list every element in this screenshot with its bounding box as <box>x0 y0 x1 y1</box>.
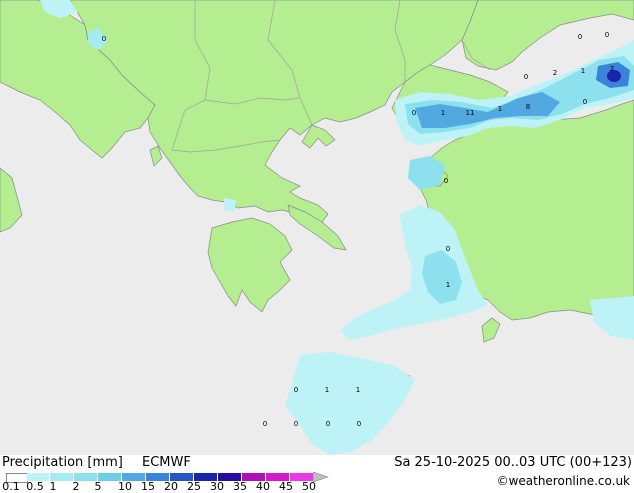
precip-label: 0 <box>578 33 582 41</box>
scale-tick: 2 <box>72 480 80 493</box>
precip-label: 0 <box>524 73 528 81</box>
precip-area-ionian <box>224 198 236 212</box>
precip-label: 0 <box>357 420 361 428</box>
scale-tick: 5 <box>94 480 102 493</box>
precip-label: 1 <box>441 109 445 117</box>
precip-label: 0 <box>412 109 416 117</box>
scale-tick: 20 <box>164 480 178 493</box>
precip-label: 11 <box>466 109 475 117</box>
scale-tick: 1 <box>49 480 57 493</box>
precip-label: 0 <box>294 420 298 428</box>
precip-label: 1 <box>581 67 585 75</box>
precip-label: 0 <box>102 35 106 43</box>
scale-tick: 35 <box>233 480 247 493</box>
scale-tick: 30 <box>210 480 224 493</box>
precip-label: 0 <box>605 31 609 39</box>
precip-label: 1 <box>498 105 502 113</box>
precip-label: 0 <box>263 420 267 428</box>
color-scale-bar: 0.1 0.5 1 2 5 10 15 20 25 30 35 40 45 50 <box>0 455 340 493</box>
map-footer: Precipitation [mm] ECMWF Sa 25-10-2025 0… <box>0 455 634 493</box>
scale-tick: 0.1 <box>2 480 20 493</box>
credit-link[interactable]: ©weatheronline.co.uk <box>497 474 630 488</box>
precip-label: 0 <box>446 245 450 253</box>
valid-datetime: Sa 25-10-2025 00..03 UTC (00+123) <box>394 455 632 470</box>
scale-tick: 15 <box>141 480 155 493</box>
precip-label: 8 <box>526 103 530 111</box>
precipitation-map: 0 0 2 1 2 0 0 1 11 1 8 0 0 0 1 0 0 1 1 0… <box>0 0 634 455</box>
precip-label: 2 <box>553 69 557 77</box>
precip-label: 0 <box>444 177 448 185</box>
precip-label: 0 <box>583 98 587 106</box>
scale-tick: 0.5 <box>26 480 44 493</box>
precip-label: 1 <box>325 386 329 394</box>
precip-label: 1 <box>446 281 450 289</box>
precip-label: 1 <box>356 386 360 394</box>
precip-label: 0 <box>326 420 330 428</box>
scale-tick: 45 <box>279 480 293 493</box>
precip-label: 2 <box>610 65 614 73</box>
precip-label: 0 <box>294 386 298 394</box>
scale-tick: 10 <box>118 480 132 493</box>
scale-tick: 50 <box>302 480 316 493</box>
scale-tick: 40 <box>256 480 270 493</box>
scale-tick: 25 <box>187 480 201 493</box>
